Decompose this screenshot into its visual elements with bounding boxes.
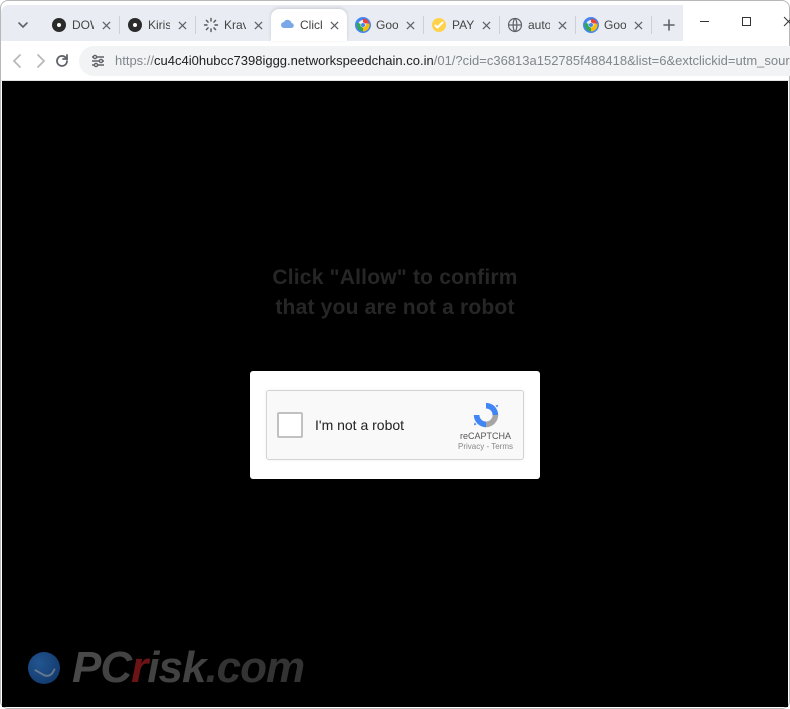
hero-line-2: that you are not a robot (2, 293, 788, 323)
loading-icon (203, 17, 219, 33)
window-controls (683, 1, 790, 41)
tab-payme[interactable]: PAYME (423, 9, 499, 41)
arrow-right-icon (31, 52, 49, 70)
watermark-text: PCrisk.com (72, 643, 304, 693)
url-text: https://cu4c4i0hubcc7398iggg.networkspee… (115, 53, 790, 68)
arrow-left-icon (9, 52, 27, 70)
google-icon (355, 17, 371, 33)
tab-close-button[interactable] (251, 18, 265, 32)
hero-line-1: Click "Allow" to confirm (2, 263, 788, 293)
url-protocol: https:// (115, 53, 154, 68)
tab-title: Googl (604, 18, 626, 32)
tab-title: Click " (300, 18, 322, 32)
tab-kiristv[interactable]: KirisTV (119, 9, 195, 41)
maximize-icon (741, 16, 752, 27)
tab-title: DOWN (72, 18, 94, 32)
recaptcha-links[interactable]: Privacy - Terms (458, 442, 513, 451)
plus-icon (663, 19, 675, 31)
tab-close-button[interactable] (555, 18, 569, 32)
watermark: PCrisk.com (28, 643, 304, 693)
tab-strip: DOWN KirisTV Kraver Click " Googl (1, 5, 683, 41)
google-icon (583, 17, 599, 33)
web-viewport: Click "Allow" to confirm that you are no… (2, 81, 788, 707)
recaptcha-checkbox[interactable] (277, 412, 303, 438)
recaptcha-label: I'm not a robot (315, 417, 458, 433)
hero-text: Click "Allow" to confirm that you are no… (2, 263, 788, 324)
recaptcha-icon (471, 400, 501, 430)
tab-auto-l[interactable]: auto-l (499, 9, 575, 41)
minimize-icon (699, 16, 710, 27)
url-path: /01/?cid=c36813a152785f488418&list=6&ext… (434, 53, 790, 68)
check-yellow-icon (431, 17, 447, 33)
recaptcha-brand: reCAPTCHA Privacy - Terms (458, 400, 513, 451)
tab-close-button[interactable] (631, 18, 645, 32)
tab-title: PAYME (452, 18, 474, 32)
recaptcha-brand-name: reCAPTCHA (460, 431, 511, 441)
tab-title: KirisTV (148, 18, 170, 32)
captcha-card: I'm not a robot reCAPTCHA Privacy - Term… (250, 371, 540, 479)
address-bar[interactable]: https://cu4c4i0hubcc7398iggg.networkspee… (79, 46, 790, 76)
chevron-down-icon (17, 19, 29, 31)
new-tab-button[interactable] (655, 11, 683, 39)
tab-click-allow[interactable]: Click " (271, 9, 347, 41)
tab-close-button[interactable] (99, 18, 113, 32)
url-host: cu4c4i0hubcc7398iggg.networkspeedchain.c… (154, 53, 434, 68)
close-icon (783, 16, 790, 27)
tab-google-1[interactable]: Googl (347, 9, 423, 41)
tune-icon (90, 53, 106, 69)
tab-search-button[interactable] (9, 11, 37, 39)
tab-title: auto-l (528, 18, 550, 32)
nav-reload-button[interactable] (53, 45, 71, 77)
watermark-badge-icon (28, 652, 60, 684)
tab-title: Googl (376, 18, 398, 32)
window-close-button[interactable] (767, 1, 790, 41)
tab-google-2[interactable]: Googl (575, 9, 651, 41)
tab-down[interactable]: DOWN (43, 9, 119, 41)
nav-forward-button[interactable] (31, 45, 49, 77)
tab-close-button[interactable] (403, 18, 417, 32)
nav-back-button[interactable] (9, 45, 27, 77)
site-info-button[interactable] (89, 52, 107, 70)
window-maximize-button[interactable] (725, 1, 767, 41)
reload-icon (53, 52, 71, 70)
circle-dark-icon (51, 17, 67, 33)
window-titlebar: DOWN KirisTV Kraver Click " Googl (1, 1, 789, 41)
window-minimize-button[interactable] (683, 1, 725, 41)
tab-kraver[interactable]: Kraver (195, 9, 271, 41)
recaptcha-widget[interactable]: I'm not a robot reCAPTCHA Privacy - Term… (266, 390, 524, 460)
tab-close-button[interactable] (327, 18, 341, 32)
cloud-icon (279, 17, 295, 33)
tab-close-button[interactable] (479, 18, 493, 32)
browser-toolbar: https://cu4c4i0hubcc7398iggg.networkspee… (1, 41, 789, 81)
page-content: Click "Allow" to confirm that you are no… (2, 81, 788, 707)
tab-title: Kraver (224, 18, 246, 32)
tab-close-button[interactable] (175, 18, 189, 32)
circle-dark-icon (127, 17, 143, 33)
globe-icon (507, 17, 523, 33)
